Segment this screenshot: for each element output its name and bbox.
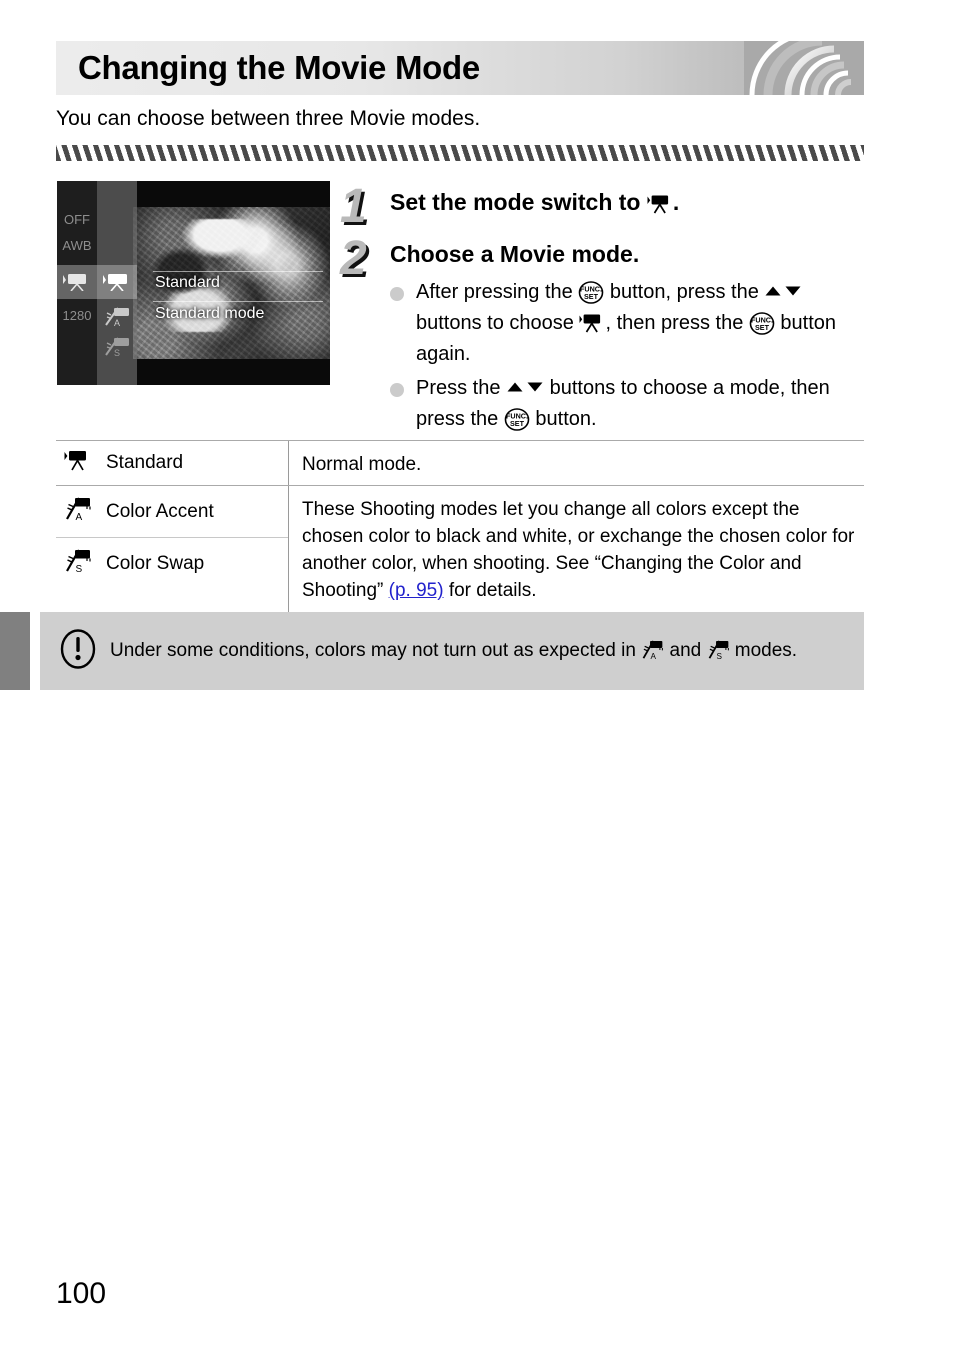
step-1-heading-text: Set the mode switch to <box>390 189 647 215</box>
camera-screen-illustration: OFF AWB 1280 A S Standard Standard mode <box>57 181 330 385</box>
svg-text:SET: SET <box>584 292 599 301</box>
page-title: Changing the Movie Mode <box>78 49 480 86</box>
bullet-2-part1: Press the <box>416 377 507 399</box>
color-accent-icon: A <box>64 497 106 526</box>
func-item-flash-off: OFF <box>64 212 90 227</box>
table-cell-description: These Shooting modes let you change all … <box>288 486 864 614</box>
svg-text:SET: SET <box>755 323 770 332</box>
table-row: S Color Swap <box>56 538 288 589</box>
movie-standard-icon <box>64 450 106 476</box>
svg-text:SET: SET <box>510 419 525 428</box>
svg-text:S: S <box>716 652 722 661</box>
page-number: 100 <box>56 1277 107 1310</box>
bullet-1-part1: After pressing the <box>416 281 579 303</box>
warning-note-text: Under some conditions, colors may not tu… <box>110 637 797 665</box>
func-option-standard-icon <box>97 269 137 291</box>
concentric-arcs-icon <box>744 41 864 95</box>
warning-note-box: Under some conditions, colors may not tu… <box>40 612 864 690</box>
note-text-after: modes. <box>729 640 798 661</box>
note-text-mid: and <box>664 640 707 661</box>
table-cell-mode: Standard <box>56 441 288 485</box>
table-cell-description: Normal mode. <box>302 454 422 475</box>
step-1-heading: Set the mode switch to . <box>390 189 679 216</box>
func-item-movie-mode <box>57 269 97 291</box>
color-swap-icon: S <box>64 549 106 578</box>
table-row-group: A Color Accent S Color Swap These Shooti… <box>56 486 864 614</box>
svg-text:A: A <box>651 652 657 661</box>
func-set-icon: FUNC. SET <box>504 408 530 431</box>
page-reference-link[interactable]: (p. 95) <box>389 580 444 601</box>
intro-text: You can choose between three Movie modes… <box>56 107 481 130</box>
step-2-heading: Choose a Movie mode. <box>390 241 640 267</box>
bullet-1-part4: , then press the <box>605 312 749 334</box>
svg-text:S: S <box>76 564 83 573</box>
description-text-after: for details. <box>443 580 537 601</box>
movie-camera-icon <box>647 193 673 214</box>
bullet-dot-icon <box>390 287 404 301</box>
chapter-edge-tab <box>0 612 30 690</box>
step-2-number: 2 <box>340 232 367 285</box>
func-set-icon: FUNC. SET <box>749 312 775 335</box>
movie-modes-table: Standard Normal mode. A Color Accent S C… <box>56 440 864 615</box>
table-row: A Color Accent <box>56 486 288 537</box>
screen-selected-label: Standard <box>155 274 220 291</box>
screen-selected-description: Standard mode <box>155 305 265 322</box>
func-option-color-accent-icon: A <box>97 305 137 327</box>
color-accent-icon: A <box>641 639 664 661</box>
table-cell-mode-label: Color Swap <box>106 552 205 574</box>
bullet-1-part3: buttons to choose <box>416 312 580 334</box>
step-1-number: 1 <box>340 180 367 233</box>
list-item: After pressing the FUNC. SET button, pres… <box>388 277 870 370</box>
up-down-buttons-icon <box>506 373 544 392</box>
color-swap-icon: S <box>707 639 730 661</box>
exclamation-circle-icon <box>58 628 110 675</box>
step-2-bullet-list: After pressing the FUNC. SET button, pres… <box>388 277 870 438</box>
func-option-color-swap-icon: S <box>97 335 137 357</box>
bullet-2-part3: button. <box>529 408 597 430</box>
hatched-divider <box>56 145 864 161</box>
manual-page: Changing the Movie Mode You can choose b… <box>0 0 954 1345</box>
table-cell-mode-label: Standard <box>106 452 184 473</box>
screen-separator-top <box>153 271 323 272</box>
svg-text:A: A <box>114 318 120 327</box>
table-row: Standard Normal mode. <box>56 441 864 485</box>
list-item: Press the buttons to choose a mode, then… <box>388 373 870 435</box>
table-column-divider <box>288 441 289 485</box>
note-text-before: Under some conditions, colors may not tu… <box>110 640 642 661</box>
step-1-heading-suffix: . <box>672 189 680 215</box>
bullet-1-part2: button, press the <box>604 281 765 303</box>
up-down-buttons-icon <box>764 277 802 296</box>
func-set-icon: FUNC. SET <box>578 281 604 304</box>
bullet-dot-icon <box>390 383 404 397</box>
svg-text:S: S <box>114 348 120 357</box>
table-column-divider <box>288 486 289 614</box>
movie-camera-icon <box>579 312 605 333</box>
func-item-awb: AWB <box>62 238 92 253</box>
table-cell-mode-label: Color Accent <box>106 500 214 522</box>
func-item-resolution: 1280 <box>62 308 92 323</box>
description-text-before: These Shooting modes let you change all … <box>302 499 855 601</box>
svg-text:A: A <box>76 512 83 521</box>
screen-separator-bottom <box>153 301 323 302</box>
